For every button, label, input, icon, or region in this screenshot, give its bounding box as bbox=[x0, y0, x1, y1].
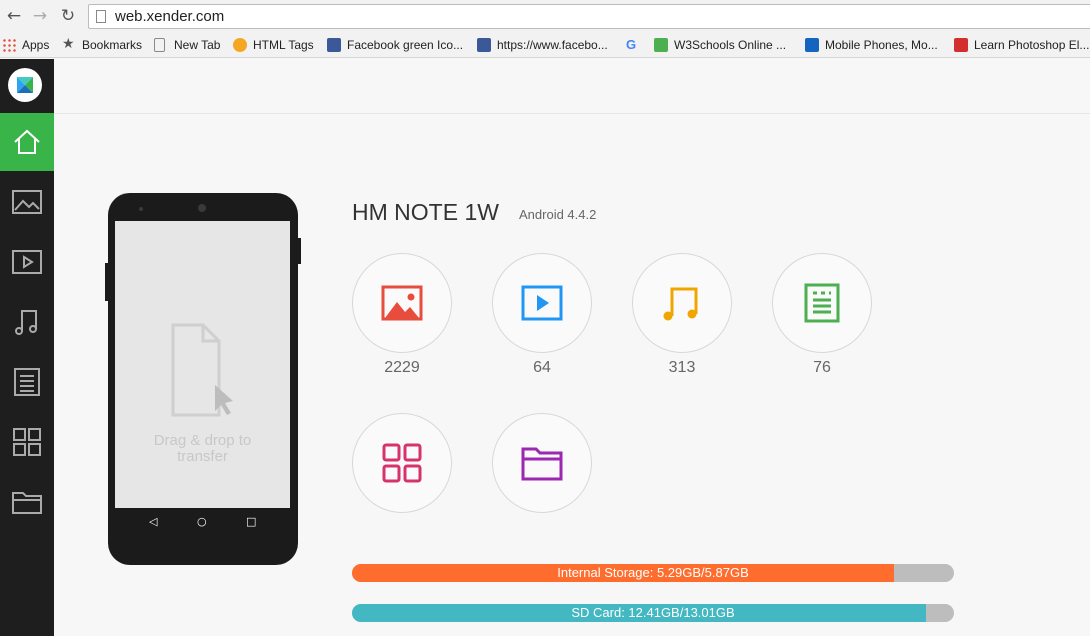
sidebar-item-folder[interactable] bbox=[0, 473, 54, 531]
device-os-version: Android 4.4.2 bbox=[519, 207, 597, 222]
sidebar-item-documents[interactable] bbox=[0, 353, 54, 411]
phone-power-key bbox=[298, 238, 301, 264]
category-videos-button[interactable] bbox=[492, 253, 592, 353]
adobe-icon bbox=[954, 38, 968, 52]
music-icon bbox=[15, 310, 37, 335]
category-photos-button[interactable] bbox=[352, 253, 452, 353]
drag-drop-file-icon bbox=[171, 323, 233, 417]
recents-key-icon: □ bbox=[246, 515, 257, 528]
drag-drop-hint: Drag & drop to transfer bbox=[153, 432, 252, 465]
sidebar-item-home[interactable] bbox=[0, 113, 54, 171]
documents-icon bbox=[14, 368, 40, 396]
category-photos-count: 2229 bbox=[384, 359, 420, 376]
phone-volume-key bbox=[105, 263, 108, 301]
mobile-phones-icon bbox=[805, 38, 819, 52]
photos-icon bbox=[381, 285, 423, 321]
sd-card-storage-label: SD Card: 12.41GB/13.01GB bbox=[571, 605, 735, 620]
sidebar-item-videos[interactable] bbox=[0, 233, 54, 291]
phone-drop-zone[interactable]: Drag & drop to transfer ◁ ○ □ bbox=[105, 193, 301, 565]
facebook-icon bbox=[327, 38, 341, 52]
home-icon bbox=[14, 129, 40, 154]
w3schools-icon bbox=[654, 38, 668, 52]
phone-sensor bbox=[139, 207, 143, 211]
folder-icon bbox=[521, 447, 563, 481]
sidebar-item-photos[interactable] bbox=[0, 173, 54, 231]
forward-arrow-icon[interactable]: → bbox=[30, 6, 50, 26]
music-icon bbox=[663, 287, 698, 321]
apps-icon bbox=[13, 428, 41, 456]
category-videos-count: 64 bbox=[533, 359, 551, 376]
reload-icon[interactable]: ↻ bbox=[58, 6, 78, 26]
apps-grid-icon bbox=[2, 38, 16, 52]
sidebar-item-music[interactable] bbox=[0, 293, 54, 351]
category-apps-button[interactable] bbox=[352, 413, 452, 513]
phone-camera bbox=[198, 204, 206, 212]
sd-card-storage-bar: SD Card: 12.41GB/13.01GB bbox=[352, 604, 954, 622]
star-icon: ★ bbox=[62, 36, 75, 52]
phone-screen: Drag & drop to transfer bbox=[115, 221, 290, 508]
back-key-icon: ◁ bbox=[149, 515, 158, 528]
sidebar bbox=[0, 59, 54, 636]
html-tags-icon bbox=[233, 38, 247, 52]
browser-toolbar: ← → ↻ web.xender.com bbox=[0, 0, 1090, 32]
xender-logo-icon[interactable] bbox=[8, 68, 42, 102]
url-text: web.xender.com bbox=[115, 8, 225, 25]
photos-icon bbox=[12, 190, 42, 214]
device-name: HM NOTE 1W bbox=[352, 199, 499, 225]
address-bar[interactable]: web.xender.com bbox=[88, 4, 1090, 29]
category-music-count: 313 bbox=[668, 359, 696, 376]
documents-icon bbox=[804, 283, 840, 323]
home-key-icon: ○ bbox=[197, 515, 207, 528]
sidebar-item-apps[interactable] bbox=[0, 413, 54, 471]
google-icon: G bbox=[626, 37, 637, 52]
internal-storage-bar: Internal Storage: 5.29GB/5.87GB bbox=[352, 564, 954, 582]
category-music-button[interactable] bbox=[632, 253, 732, 353]
page-icon bbox=[154, 38, 165, 52]
folder-icon bbox=[12, 492, 42, 514]
top-bar bbox=[54, 59, 1090, 114]
page-icon bbox=[96, 10, 106, 23]
videos-icon bbox=[521, 285, 563, 321]
internal-storage-label: Internal Storage: 5.29GB/5.87GB bbox=[557, 565, 749, 580]
category-documents-button[interactable] bbox=[772, 253, 872, 353]
category-documents-count: 76 bbox=[813, 359, 831, 376]
videos-icon bbox=[12, 250, 42, 274]
category-folder-button[interactable] bbox=[492, 413, 592, 513]
facebook-icon bbox=[477, 38, 491, 52]
apps-icon bbox=[382, 443, 422, 483]
back-arrow-icon[interactable]: ← bbox=[4, 6, 24, 26]
bookmarks-bar: Apps ★ Bookmarks New Tab HTML Tags Faceb… bbox=[0, 32, 1090, 58]
